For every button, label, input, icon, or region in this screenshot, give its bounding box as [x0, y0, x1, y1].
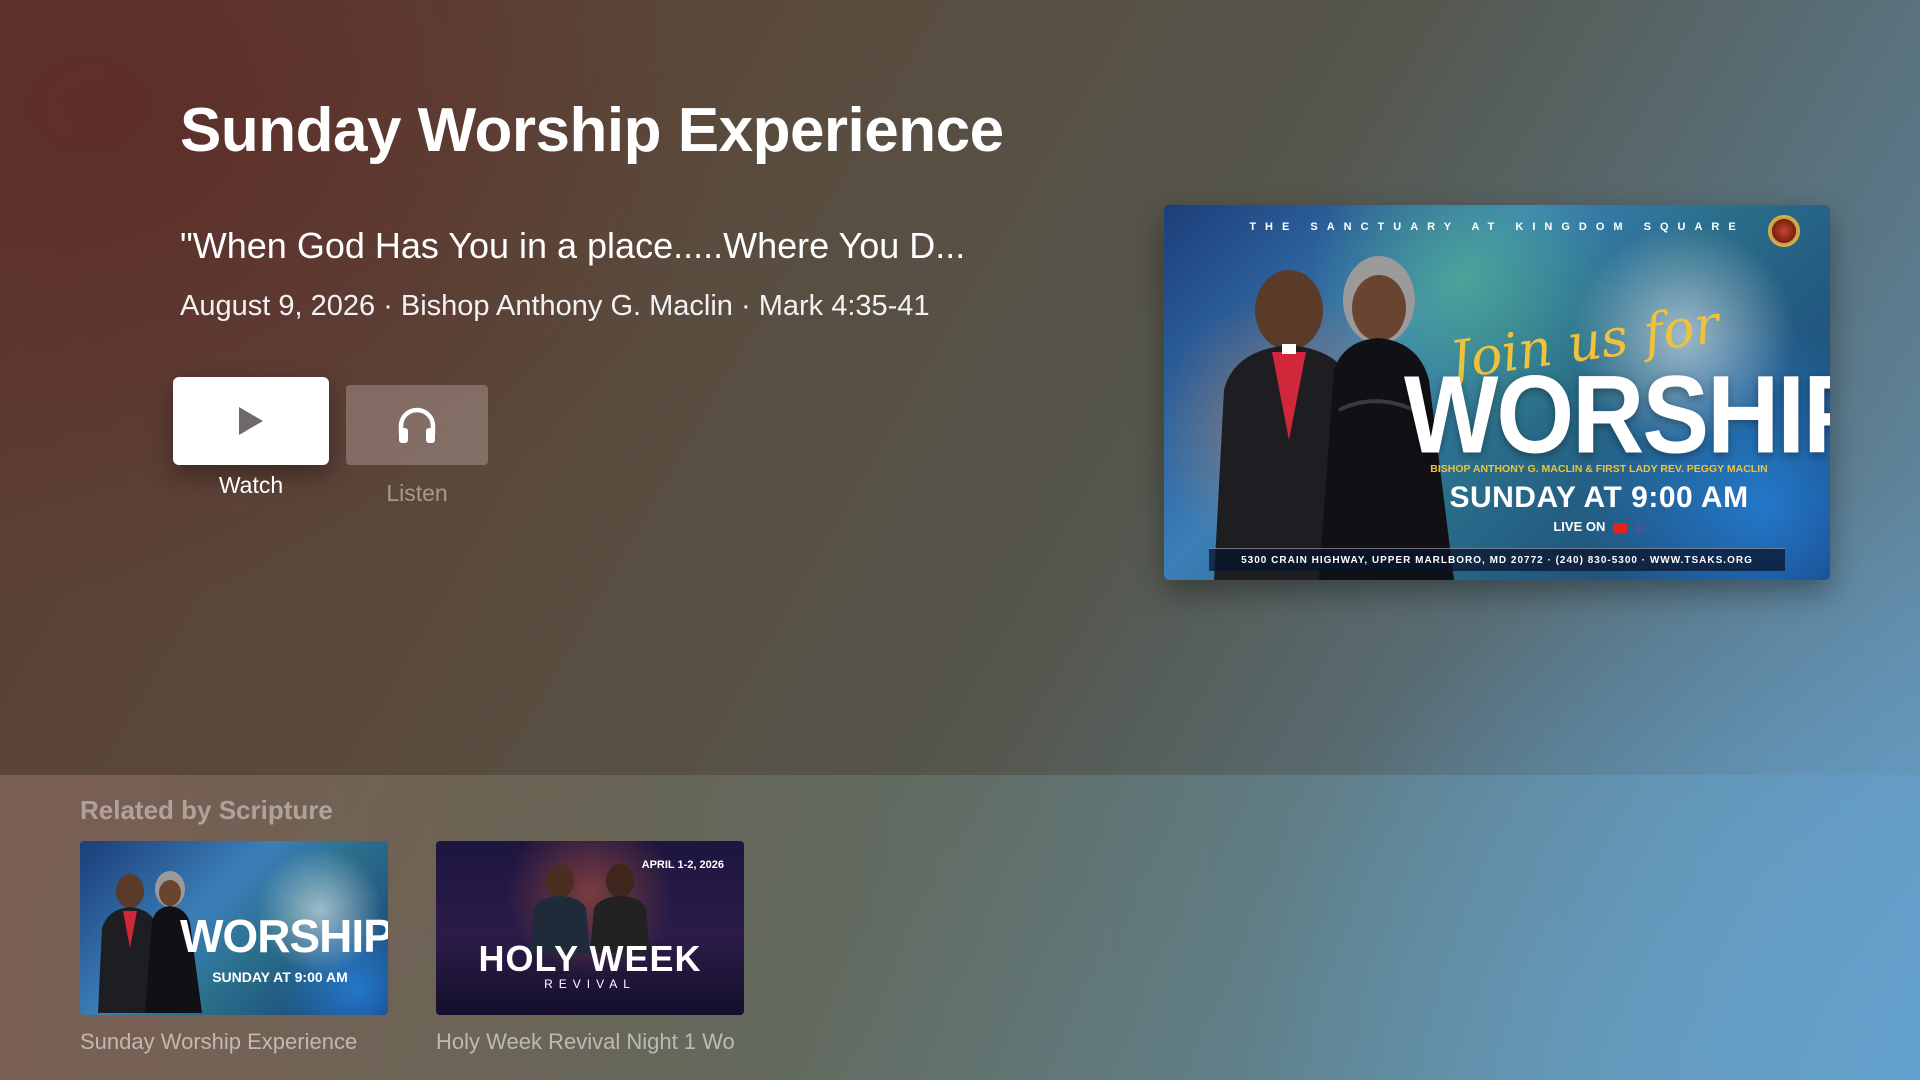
related-card[interactable]: WORSHIP SUNDAY AT 9:00 AM Sunday Worship…	[80, 841, 388, 1055]
related-thumbnail[interactable]: WORSHIP SUNDAY AT 9:00 AM	[80, 841, 388, 1015]
listen-action[interactable]: Listen	[346, 385, 488, 507]
church-seal-icon	[1768, 215, 1800, 247]
thumbnail-time: SUNDAY AT 9:00 AM	[212, 969, 348, 985]
thumbnail-headline: WORSHIP	[180, 910, 388, 962]
listen-label: Listen	[386, 480, 448, 506]
listen-button[interactable]	[346, 385, 488, 465]
thumbnail-subheadline: REVIVAL	[544, 977, 636, 991]
poster-footer: 5300 CRAIN HIGHWAY, UPPER MARLBORO, MD 2…	[1209, 548, 1785, 571]
watch-label: Watch	[218, 472, 284, 498]
play-icon	[239, 407, 263, 435]
headphones-icon	[398, 407, 436, 443]
poster-venue-text: THE SANCTUARY AT KINGDOM SQUARE	[1249, 221, 1745, 233]
thumbnail-date: APRIL 1-2, 2026	[641, 859, 724, 871]
poster-names: BISHOP ANTHONY G. MACLIN & FIRST LADY RE…	[1430, 463, 1768, 475]
poster-live: LIVE ON	[1419, 519, 1779, 534]
poster-headline: WORSHIP	[1404, 353, 1830, 477]
related-card-title: Sunday Worship Experience	[80, 1029, 358, 1054]
detail-hero: Sunday Worship Experience "When God Has …	[0, 0, 1920, 775]
sermon-meta: August 9, 2026 · Bishop Anthony G. Macli…	[180, 290, 930, 322]
related-card-title: Holy Week Revival Night 1 Wo	[436, 1029, 735, 1054]
page-title: Sunday Worship Experience	[180, 96, 1004, 165]
related-shelf: Related by Scripture WORSHIP SUNDAY AT 9…	[0, 775, 1920, 1080]
watch-action[interactable]: Watch	[173, 377, 329, 499]
poster-live-label: LIVE ON	[1553, 519, 1606, 534]
sermon-subtitle: "When God Has You in a place.....Where Y…	[180, 225, 966, 266]
facebook-icon	[1634, 522, 1645, 533]
thumbnail-headline: HOLY WEEK	[478, 938, 702, 979]
related-thumbnail[interactable]: APRIL 1-2, 2026 HOLY WEEK REVIVAL	[436, 841, 744, 1015]
related-card[interactable]: APRIL 1-2, 2026 HOLY WEEK REVIVAL Holy W…	[436, 841, 744, 1055]
watch-button[interactable]	[173, 377, 329, 465]
youtube-icon	[1613, 522, 1627, 533]
poster-time: SUNDAY AT 9:00 AM	[1449, 481, 1749, 514]
sermon-poster: THE SANCTUARY AT KINGDOM SQUARE Join us …	[1164, 205, 1830, 580]
shelf-title: Related by Scripture	[80, 795, 333, 825]
